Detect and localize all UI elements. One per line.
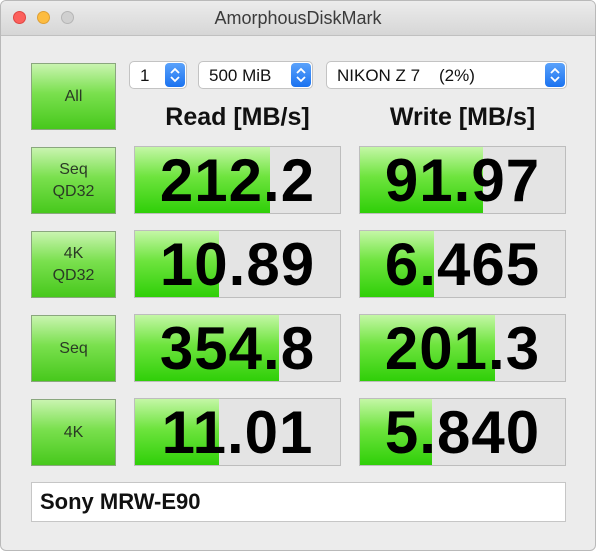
4k-read-value: 11.01: [161, 398, 314, 466]
drive-value: NIKON Z 7 (2%): [337, 66, 475, 85]
comment-field[interactable]: Sony MRW-E90: [31, 482, 566, 522]
seq-qd32-button[interactable]: Seq QD32: [31, 147, 116, 214]
title-bar: AmorphousDiskMark: [1, 1, 595, 36]
seq-qd32-write-cell: 91.97: [359, 146, 566, 214]
read-header: Read [MB/s]: [165, 103, 310, 131]
select-arrows-icon: [545, 63, 565, 87]
all-tests-button[interactable]: All: [31, 63, 116, 130]
4k-write-cell: 5.840: [359, 398, 566, 466]
write-header: Write [MB/s]: [389, 103, 536, 131]
seq-button[interactable]: Seq: [31, 315, 116, 382]
seq-read-value: 354.8: [159, 314, 316, 382]
seq-qd32-read-value: 212.2: [159, 146, 316, 214]
4k-qd32-read-value: 10.89: [159, 230, 316, 298]
test-size-value: 500 MiB: [209, 66, 272, 85]
app-window: AmorphousDiskMark All 1 500 MiB NIKON Z …: [0, 0, 596, 551]
select-arrows-icon: [165, 63, 185, 87]
select-arrows-icon: [291, 63, 311, 87]
seq-qd32-write-value: 91.97: [384, 146, 541, 214]
4k-qd32-write-cell: 6.465: [359, 230, 566, 298]
seq-qd32-read-cell: 212.2: [134, 146, 341, 214]
4k-button[interactable]: 4K: [31, 399, 116, 466]
4k-qd32-write-value: 6.465: [384, 230, 541, 298]
4k-qd32-button[interactable]: 4K QD32: [31, 231, 116, 298]
4k-qd32-read-cell: 10.89: [134, 230, 341, 298]
test-count-select[interactable]: 1: [129, 61, 187, 89]
seq-write-value: 201.3: [384, 314, 541, 382]
4k-read-cell: 11.01: [134, 398, 341, 466]
test-count-value: 1: [140, 66, 150, 85]
window-title: AmorphousDiskMark: [214, 8, 382, 28]
test-size-select[interactable]: 500 MiB: [198, 61, 313, 89]
seq-write-cell: 201.3: [359, 314, 566, 382]
4k-write-value: 5.840: [384, 398, 541, 466]
seq-read-cell: 354.8: [134, 314, 341, 382]
drive-select[interactable]: NIKON Z 7 (2%): [326, 61, 567, 89]
